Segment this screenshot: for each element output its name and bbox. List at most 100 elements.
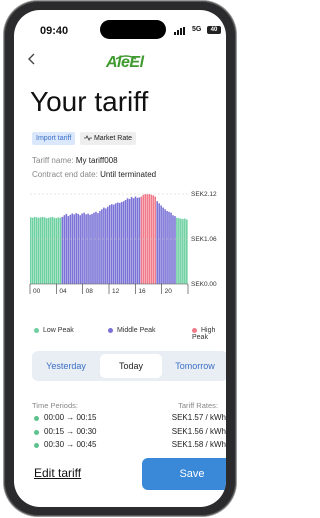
legend-high-peak: High Peak bbox=[192, 327, 226, 341]
tariff-name-label: Tariff name: bbox=[32, 156, 74, 165]
period-time: 00:00 → 00:15 bbox=[44, 413, 97, 422]
chip-import-tariff[interactable]: Import tariff bbox=[32, 132, 76, 145]
chart-bar bbox=[61, 216, 64, 284]
legend-label: Low Peak bbox=[43, 327, 74, 334]
chart-bar bbox=[109, 205, 111, 284]
back-button[interactable] bbox=[28, 52, 36, 68]
period-row: 00:15 → 00:30 SEK1.56 / kWh bbox=[32, 427, 226, 439]
chart-bar bbox=[51, 216, 54, 284]
legend-dot bbox=[192, 327, 197, 333]
pulse-icon bbox=[84, 135, 92, 142]
chart-bar bbox=[116, 202, 119, 284]
chart-bar bbox=[124, 199, 127, 284]
chip-market-label: Market Rate bbox=[93, 135, 133, 142]
y-tick-label: SEK0.00 bbox=[191, 281, 217, 288]
chart-bar bbox=[176, 217, 178, 284]
x-tick-label: 12 bbox=[112, 288, 120, 294]
chart-bar bbox=[140, 196, 143, 284]
chart-bar bbox=[57, 217, 60, 284]
network-type: 5G bbox=[192, 26, 202, 33]
chart-bar bbox=[160, 205, 162, 284]
chart-bar bbox=[77, 213, 79, 284]
chart-bar bbox=[152, 195, 155, 284]
chart-bar bbox=[178, 218, 180, 284]
chart-bar bbox=[67, 216, 70, 284]
chart-bar bbox=[158, 203, 160, 284]
contract-end: Contract end date: Until terminated bbox=[32, 170, 156, 179]
chart-bar bbox=[85, 214, 87, 284]
chart-bar bbox=[33, 216, 36, 284]
tariff-name: Tariff name: My tariff008 bbox=[32, 156, 118, 165]
contract-end-label: Contract end date: bbox=[32, 170, 98, 179]
brand-logo: AleEl bbox=[106, 54, 144, 71]
chart-bar bbox=[71, 213, 74, 284]
chart-bar bbox=[168, 211, 170, 284]
chart-bar bbox=[148, 194, 151, 284]
y-tick-label: SEK2.12 bbox=[191, 191, 217, 198]
contract-end-value: Until terminated bbox=[100, 170, 157, 179]
tab-yesterday[interactable]: Yesterday bbox=[34, 354, 98, 378]
chart-bar bbox=[30, 217, 32, 284]
chart-bar bbox=[182, 219, 184, 284]
chart-bar bbox=[31, 217, 34, 284]
chart-bar bbox=[103, 207, 105, 284]
status-time: 09:40 bbox=[40, 25, 69, 37]
chart-bar bbox=[134, 196, 137, 284]
chart-bar bbox=[105, 208, 107, 284]
legend-low-peak: Low Peak bbox=[34, 327, 74, 334]
tariff-chart: SEK2.12 SEK1.06 SEK0.00 00 04 08 12 16 20 bbox=[29, 191, 217, 294]
chart-bar bbox=[37, 217, 40, 284]
x-tick-label: 16 bbox=[138, 288, 146, 294]
chart-bar bbox=[101, 209, 103, 284]
phone-frame: 09:40 5G 40 AleEl Your tariff Import tar… bbox=[4, 1, 236, 516]
tab-today[interactable]: Today bbox=[100, 354, 162, 378]
edit-tariff-link[interactable]: Edit tariff bbox=[34, 466, 81, 480]
chart-bar bbox=[53, 217, 56, 284]
battery-icon: 40 bbox=[207, 26, 221, 34]
chart-bar bbox=[41, 216, 44, 284]
tariff-rates-header: Tariff Rates: bbox=[178, 401, 218, 410]
chart-bar bbox=[59, 217, 62, 284]
x-tick-label: 20 bbox=[165, 288, 173, 294]
chart-bar bbox=[107, 206, 109, 284]
chart-bar bbox=[130, 196, 133, 284]
chart-bar bbox=[166, 210, 168, 284]
page-title: Your tariff bbox=[30, 86, 149, 117]
chart-bar bbox=[172, 215, 174, 284]
period-dot bbox=[34, 416, 39, 421]
chevron-left-icon bbox=[28, 53, 35, 65]
chart-bar bbox=[87, 213, 89, 284]
x-tick-label: 04 bbox=[59, 288, 67, 294]
chart-bar bbox=[154, 196, 157, 284]
signal-icon bbox=[174, 27, 188, 35]
chart-bar bbox=[142, 194, 145, 284]
chart-bar bbox=[164, 209, 166, 284]
tab-tomorrow[interactable]: Tomorrow bbox=[164, 354, 226, 378]
period-time: 00:15 → 00:30 bbox=[44, 427, 97, 436]
time-periods-header: Time Periods: bbox=[32, 401, 78, 410]
dynamic-island bbox=[100, 20, 166, 39]
chart-bar bbox=[55, 218, 58, 284]
chart-bar bbox=[120, 202, 123, 284]
chart-bar bbox=[118, 202, 121, 284]
legend-dot bbox=[34, 327, 39, 333]
legend-middle-peak: Middle Peak bbox=[108, 327, 156, 334]
chart-bar bbox=[174, 216, 176, 284]
chart-bar bbox=[126, 198, 129, 284]
chart-bar bbox=[47, 217, 50, 284]
status-bar: 09:40 5G 40 bbox=[14, 10, 226, 39]
screen: 09:40 5G 40 AleEl Your tariff Import tar… bbox=[14, 10, 226, 507]
save-button[interactable]: Save bbox=[142, 458, 226, 490]
chart-bar bbox=[95, 211, 97, 284]
chart-bar bbox=[45, 218, 48, 284]
chart-bar bbox=[186, 219, 188, 284]
chart-bar bbox=[97, 213, 99, 284]
chart-bar bbox=[128, 199, 131, 284]
chip-market-rate[interactable]: Market Rate bbox=[80, 132, 137, 145]
tariff-name-value: My tariff008 bbox=[75, 156, 118, 165]
chart-bar bbox=[43, 217, 46, 284]
chart-bar bbox=[136, 197, 139, 284]
chart-bar bbox=[49, 217, 52, 284]
legend-label: Middle Peak bbox=[117, 327, 156, 334]
chart-bar bbox=[114, 203, 117, 284]
